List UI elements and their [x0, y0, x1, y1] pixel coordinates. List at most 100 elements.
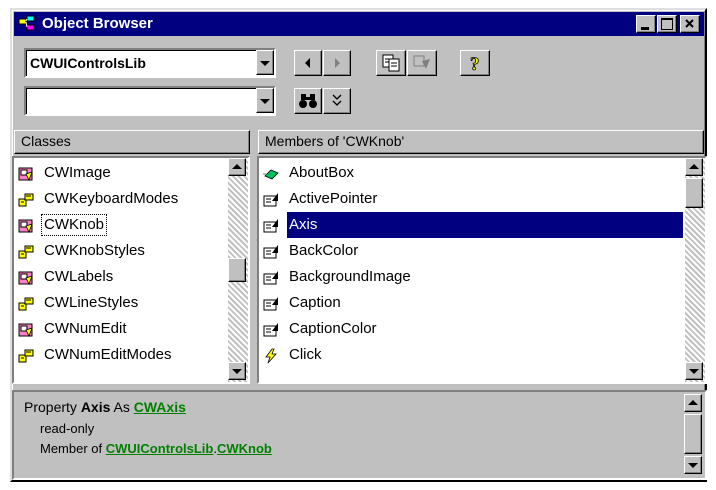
arrow-left-icon: [305, 58, 310, 68]
classes-scrollbar[interactable]: [228, 158, 248, 382]
class-item[interactable]: CWLineStyles: [14, 290, 226, 316]
scroll-up-button[interactable]: [685, 158, 703, 176]
member-item-label: BackColor: [289, 242, 359, 259]
class-link[interactable]: CWKnob: [217, 441, 272, 456]
scroll-down-button[interactable]: [685, 362, 703, 380]
property-icon: [263, 217, 279, 233]
close-button[interactable]: [680, 15, 700, 33]
member-item[interactable]: Click: [259, 342, 685, 368]
class-item-label: CWKnob: [40, 214, 108, 236]
library-combobox-value: CWUIControlsLib: [30, 55, 146, 71]
class-item-label: CWKeyboardModes: [44, 190, 179, 207]
class-icon: [18, 165, 34, 181]
help-button[interactable]: ?: [460, 50, 490, 76]
close-icon: [685, 19, 694, 28]
class-item[interactable]: CWKnobStyles: [14, 238, 226, 264]
chevron-up-icon: [689, 164, 699, 169]
copy-to-clipboard-button[interactable]: [376, 50, 406, 76]
member-item-label: Axis: [287, 212, 683, 238]
scroll-thumb[interactable]: [228, 258, 246, 282]
member-item[interactable]: Axis: [259, 212, 685, 238]
enum-icon: [18, 191, 34, 207]
chevron-down-icon: [688, 463, 698, 468]
member-item[interactable]: BackColor: [259, 238, 685, 264]
class-item[interactable]: CWKeyboardModes: [14, 186, 226, 212]
scroll-up-button[interactable]: [228, 158, 246, 176]
scroll-thumb[interactable]: [685, 178, 703, 208]
scroll-down-button[interactable]: [684, 456, 702, 474]
chevron-down-icon: [689, 369, 699, 374]
description-as: As: [113, 399, 130, 415]
members-scrollbar[interactable]: [685, 158, 705, 382]
chevron-up-icon: [232, 164, 242, 169]
property-icon: [263, 295, 279, 311]
description-member-name: Axis: [80, 399, 111, 415]
enum-icon: [18, 295, 34, 311]
window-app-icon: [18, 15, 36, 33]
library-dropdown-button[interactable]: [256, 50, 274, 75]
type-link[interactable]: CWAxis: [134, 399, 186, 415]
description-line-3: Member of CWUIControlsLib.CWKnob: [40, 440, 272, 458]
member-of-label: Member of: [40, 441, 103, 456]
library-combobox[interactable]: CWUIControlsLib: [24, 48, 276, 78]
class-item[interactable]: CWImage: [14, 160, 226, 186]
go-back-button[interactable]: [294, 50, 322, 76]
search-button[interactable]: [294, 88, 322, 114]
member-item[interactable]: Caption: [259, 290, 685, 316]
class-item[interactable]: CWNumEditModes: [14, 342, 226, 368]
scroll-down-button[interactable]: [228, 362, 246, 380]
show-search-results-button[interactable]: [323, 88, 351, 114]
help-icon: ?: [470, 54, 480, 76]
description-keyword: Property: [24, 399, 77, 415]
maximize-button[interactable]: [657, 15, 677, 33]
members-list-rows: AboutBox ActivePointer Axis BackColor Backgr…: [259, 160, 685, 382]
library-link[interactable]: CWUIControlsLib: [106, 441, 214, 456]
chevron-down-icon: [260, 99, 270, 104]
property-icon: [263, 243, 279, 259]
search-dropdown-button[interactable]: [256, 88, 274, 113]
member-item-label: AboutBox: [289, 164, 355, 181]
description-line-1: Property Axis As CWAxis: [24, 398, 186, 416]
go-forward-button[interactable]: [323, 50, 351, 76]
chevron-up-icon: [688, 400, 698, 405]
member-item[interactable]: AboutBox: [259, 160, 685, 186]
description-pane: Property Axis As CWAxis read-only Member…: [12, 390, 707, 480]
minimize-icon: [641, 27, 649, 30]
class-item[interactable]: CWLabels: [14, 264, 226, 290]
scroll-thumb[interactable]: [684, 414, 702, 454]
property-icon: [263, 321, 279, 337]
members-list[interactable]: AboutBox ActivePointer Axis BackColor Backgr…: [257, 156, 707, 384]
member-item-label: ActivePointer: [289, 190, 378, 207]
search-combobox[interactable]: [24, 86, 276, 116]
window-title: Object Browser: [42, 15, 153, 32]
class-item-label: CWKnobStyles: [44, 242, 145, 259]
classes-list-rows: CWImage CWKeyboardModes CWKnob CWKnobStyles…: [14, 160, 226, 382]
description-scrollbar[interactable]: [684, 394, 704, 474]
classes-list[interactable]: CWImage CWKeyboardModes CWKnob CWKnobStyles…: [12, 156, 250, 384]
classes-header: Classes: [14, 130, 250, 154]
class-icon: [18, 269, 34, 285]
member-item-label: Click: [289, 346, 322, 363]
class-item[interactable]: CWKnob: [14, 212, 226, 238]
view-definition-button[interactable]: [407, 50, 437, 76]
chevron-down-icon: [260, 61, 270, 66]
class-icon: [18, 217, 34, 233]
scroll-up-button[interactable]: [684, 394, 702, 412]
member-item[interactable]: ActivePointer: [259, 186, 685, 212]
enum-icon: [18, 243, 34, 259]
description-line-2: read-only: [40, 421, 95, 436]
minimize-button[interactable]: [636, 15, 656, 33]
class-item-label: CWLabels: [44, 268, 114, 285]
member-item-label: Caption: [289, 294, 341, 311]
class-item-label: CWImage: [44, 164, 111, 181]
member-item[interactable]: CaptionColor: [259, 316, 685, 342]
chevron-down-icon: [232, 369, 242, 374]
class-item-label: CWNumEdit: [44, 320, 127, 337]
member-item-label: CaptionColor: [289, 320, 377, 337]
maximize-icon: [661, 18, 673, 30]
member-item-label: BackgroundImage: [289, 268, 411, 285]
svg-text:?: ?: [470, 54, 480, 75]
class-item[interactable]: CWNumEdit: [14, 316, 226, 342]
event-icon: [263, 347, 279, 364]
member-item[interactable]: BackgroundImage: [259, 264, 685, 290]
